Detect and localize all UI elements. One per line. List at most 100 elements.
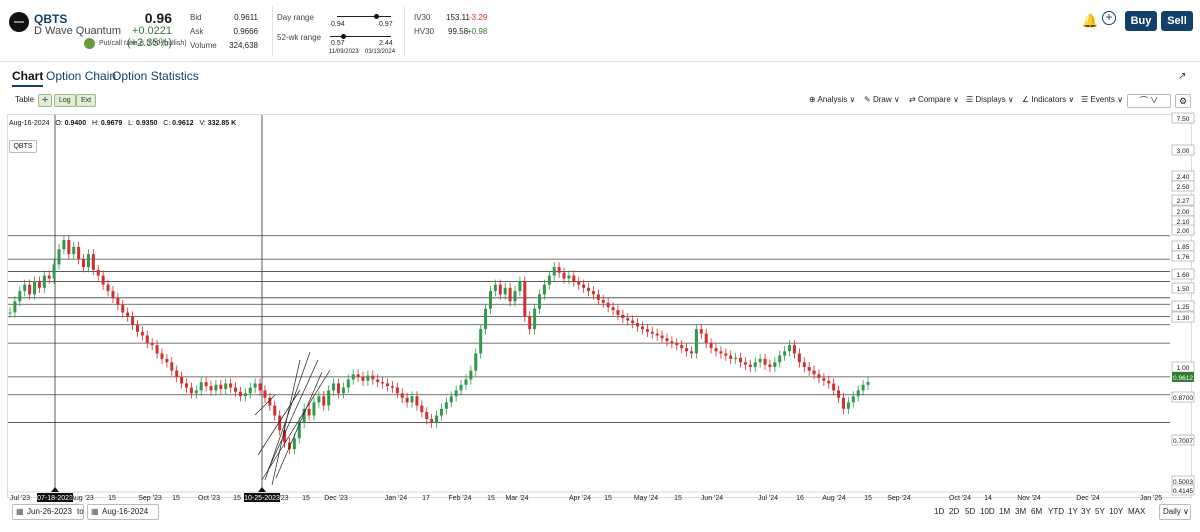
to-date-input[interactable]: Aug-16-2024 <box>87 504 159 520</box>
candle-body-115 <box>572 275 576 282</box>
y-tick-label-1: 3.00 <box>1177 148 1190 155</box>
candle-body-82 <box>410 396 414 403</box>
candle-body-45 <box>229 383 233 388</box>
ohlc-low: 0.9350 <box>135 120 158 127</box>
range-button-10d[interactable]: 10D <box>980 507 995 516</box>
interval-select[interactable]: Daily ∨ <box>1159 504 1191 520</box>
range-button-6m[interactable]: 6M <box>1031 507 1042 516</box>
price-chart[interactable]: 7.503.002.402.502.272.002.102.001.851.76… <box>0 0 1200 532</box>
range-button-1y[interactable]: 1Y <box>1068 507 1078 516</box>
y-tick-label-10: 1.60 <box>1177 272 1190 279</box>
symbol-tag: QBTS <box>9 140 37 153</box>
candle-body-54 <box>273 405 277 416</box>
candle-body-166 <box>822 378 826 381</box>
x-tick-label-15: 15 <box>487 495 495 502</box>
range-button-1m[interactable]: 1M <box>999 507 1010 516</box>
candle-body-110 <box>547 275 551 285</box>
candle-body-14 <box>77 246 81 260</box>
candle-body-74 <box>371 375 375 380</box>
candle-body-139 <box>689 351 693 354</box>
y-tick-label-16: 0.8700 <box>1173 395 1193 402</box>
candle-body-169 <box>837 390 841 398</box>
candle-body-112 <box>557 267 561 273</box>
range-button-ytd[interactable]: YTD <box>1048 507 1064 516</box>
candle-body-127 <box>631 320 635 324</box>
candle-body-97 <box>484 308 488 330</box>
candle-body-120 <box>596 294 600 300</box>
x-tick-label-4: Sep '23 <box>138 495 162 502</box>
range-button-10y[interactable]: 10Y <box>1109 507 1123 516</box>
candle-body-155 <box>768 364 772 367</box>
candle-body-157 <box>778 355 782 363</box>
candle-body-146 <box>724 353 728 356</box>
candle-body-148 <box>734 357 738 359</box>
x-tick-label-3: 15 <box>108 495 116 502</box>
candle-body-162 <box>802 362 806 367</box>
candle-body-58 <box>292 438 296 450</box>
candle-body-143 <box>709 343 713 349</box>
candle-body-109 <box>542 284 546 295</box>
from-date-input[interactable]: Jun-26-2023 <box>12 504 84 520</box>
candle-body-78 <box>390 386 394 388</box>
candle-body-75 <box>376 379 380 383</box>
candle-body-73 <box>366 375 370 381</box>
x-tick-label-9: '23 <box>279 495 288 502</box>
candle-body-83 <box>415 396 419 406</box>
range-button-1d[interactable]: 1D <box>934 507 944 516</box>
ohlc-volume-label: V: <box>199 120 206 127</box>
candle-body-67 <box>336 383 340 394</box>
candle-body-105 <box>523 281 527 317</box>
range-button-5d[interactable]: 5D <box>965 507 975 516</box>
candle-body-173 <box>856 390 860 397</box>
candle-body-36 <box>185 383 189 388</box>
x-tick-label-23: 16 <box>796 495 804 502</box>
candle-body-8 <box>47 275 51 279</box>
y-tick-label-0: 7.50 <box>1177 116 1190 123</box>
y-tick-label-15: 0.9612 <box>1173 375 1193 382</box>
candle-body-152 <box>753 362 757 367</box>
candle-body-2 <box>18 291 22 302</box>
candle-body-130 <box>645 329 649 332</box>
ohlc-open-label: O: <box>55 120 63 127</box>
candle-body-43 <box>219 384 223 389</box>
y-tick-label-4: 2.27 <box>1177 198 1190 205</box>
candle-body-17 <box>91 254 95 270</box>
candle-body-30 <box>155 345 159 354</box>
candle-body-81 <box>405 397 409 403</box>
candle-body-7 <box>42 275 46 288</box>
candle-body-89 <box>444 402 448 409</box>
range-button-5y[interactable]: 5Y <box>1095 507 1105 516</box>
candle-body-149 <box>739 357 743 363</box>
candle-body-4 <box>28 284 32 295</box>
range-button-3y[interactable]: 3Y <box>1081 507 1091 516</box>
x-tick-label-10: 15 <box>302 495 310 502</box>
candle-body-156 <box>773 362 777 367</box>
range-button-3m[interactable]: 3M <box>1015 507 1026 516</box>
candle-body-26 <box>135 324 139 332</box>
candle-body-87 <box>435 415 439 423</box>
candle-body-70 <box>351 374 355 380</box>
candle-body-28 <box>145 335 149 344</box>
candle-body-34 <box>175 370 179 377</box>
candle-body-66 <box>332 383 336 391</box>
candle-body-140 <box>694 329 698 354</box>
candle-body-32 <box>165 358 169 363</box>
candle-body-138 <box>685 348 689 352</box>
candle-body-123 <box>611 307 615 311</box>
x-tick-label-19: May '24 <box>634 495 658 502</box>
y-tick-label-13: 1.30 <box>1177 315 1190 322</box>
range-button-max[interactable]: MAX <box>1128 507 1145 516</box>
candle-body-19 <box>101 275 105 285</box>
x-tick-label-24: Aug '24 <box>822 495 846 502</box>
x-tick-label-20: 15 <box>674 495 682 502</box>
x-tick-label-21: Jun '24 <box>701 495 723 502</box>
range-button-2d[interactable]: 2D <box>949 507 959 516</box>
candle-body-103 <box>513 291 517 302</box>
candle-body-124 <box>616 310 620 315</box>
y-tick-label-8: 1.85 <box>1177 244 1190 251</box>
candle-body-25 <box>131 316 135 325</box>
candle-body-1 <box>13 301 17 313</box>
candle-body-96 <box>479 329 483 354</box>
candle-body-88 <box>439 408 443 416</box>
candle-body-107 <box>533 308 537 330</box>
